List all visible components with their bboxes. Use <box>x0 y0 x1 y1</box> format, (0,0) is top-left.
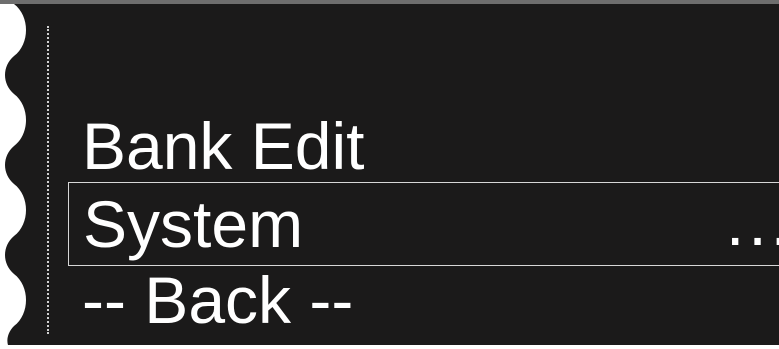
submenu-indicator: ... <box>725 185 779 259</box>
menu-list: Bank Edit System ... -- Back -- <box>68 108 779 338</box>
menu-item-label: -- Back -- <box>82 263 354 337</box>
menu-item-system[interactable]: System ... <box>68 182 779 266</box>
lcd-screen: Bank Edit System ... -- Back -- <box>0 0 779 349</box>
scalloped-edge <box>0 4 26 349</box>
menu-item-label: Bank Edit <box>82 109 365 183</box>
menu-item-bank-edit[interactable]: Bank Edit <box>68 108 779 184</box>
dotted-guide-line <box>47 26 49 334</box>
menu-item-label: System <box>83 187 304 261</box>
menu-item-back[interactable]: -- Back -- <box>68 262 779 338</box>
